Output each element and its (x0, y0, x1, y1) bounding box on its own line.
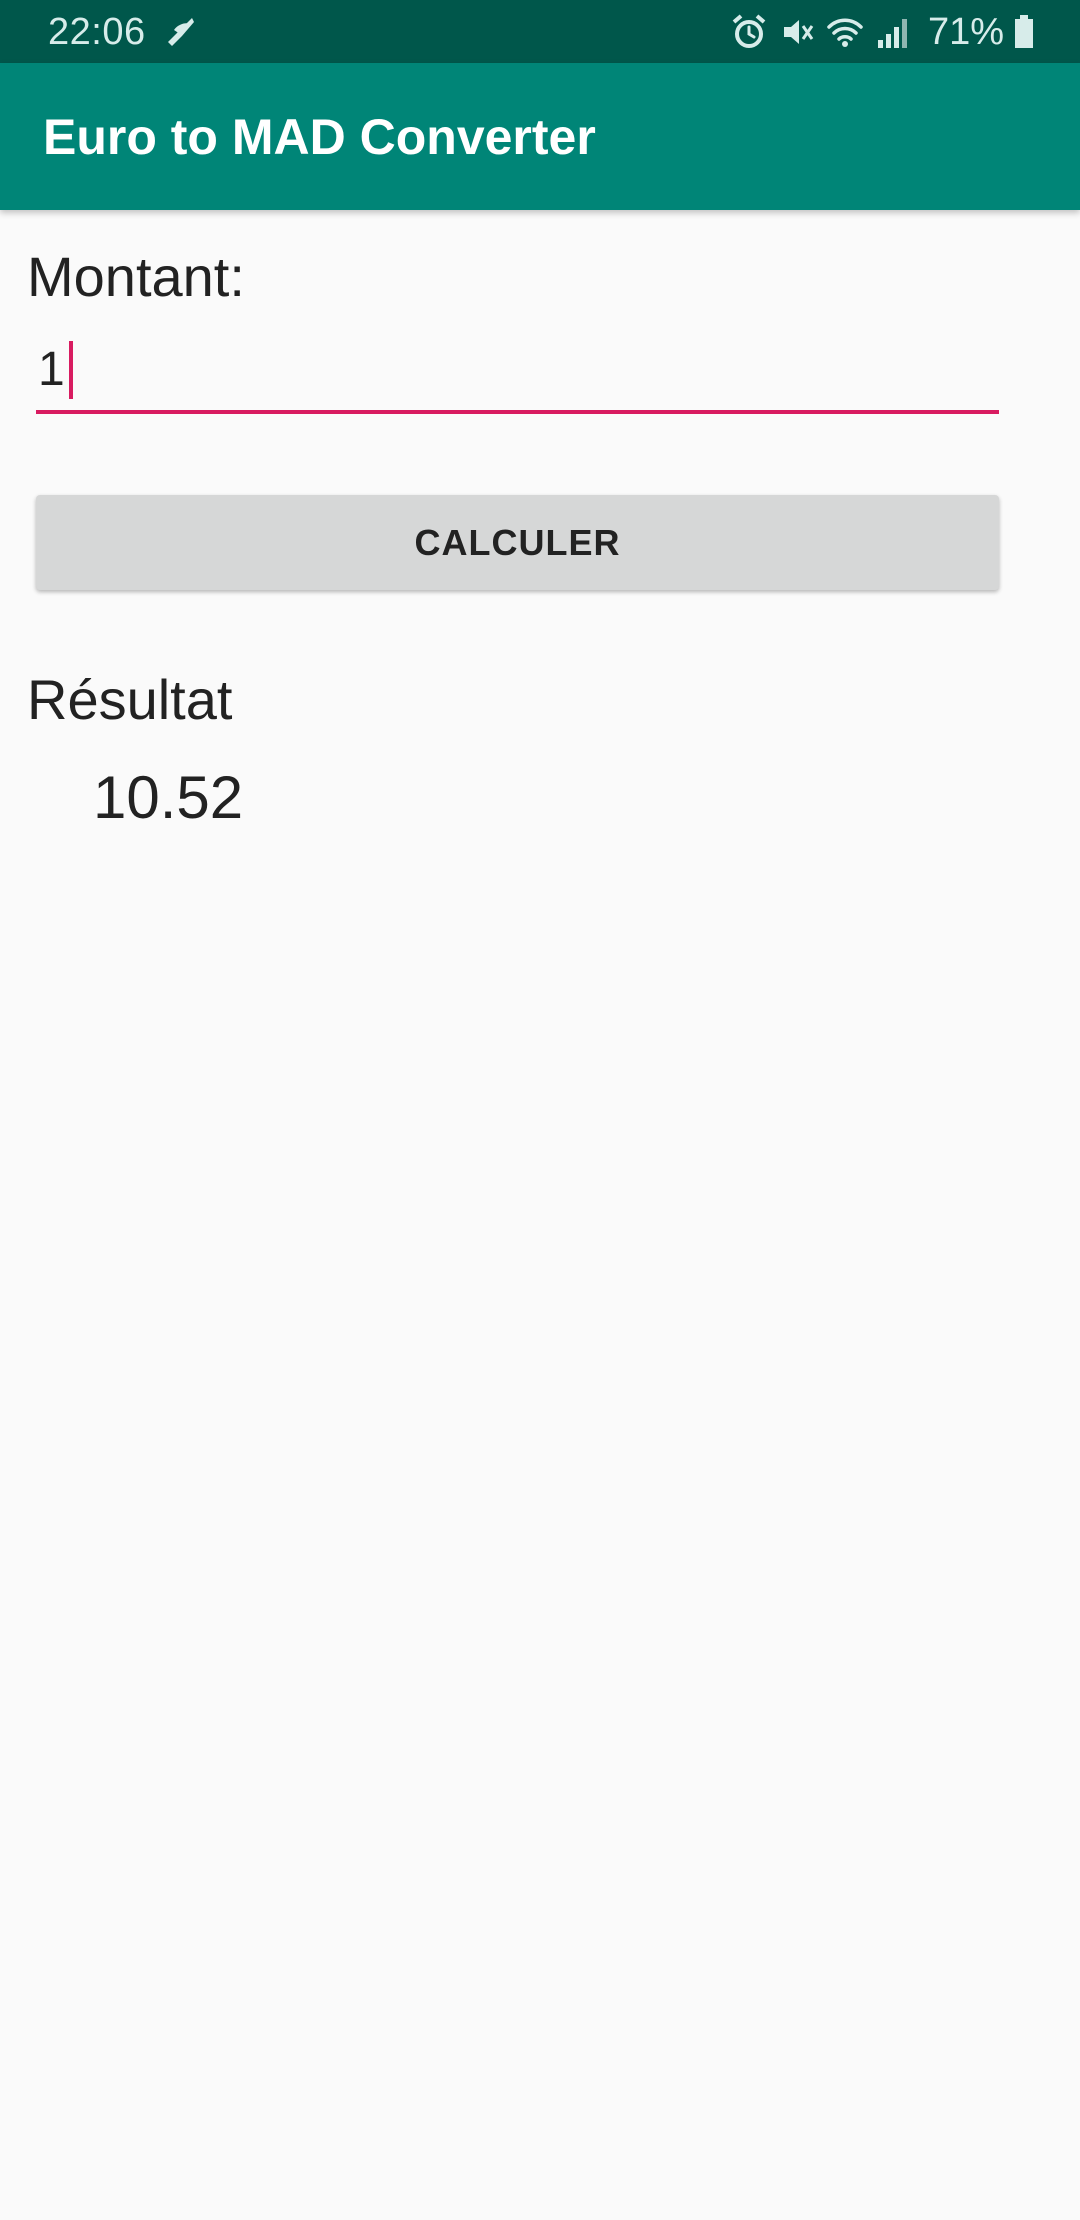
custom-notification-icon (160, 12, 200, 52)
result-value: 10.52 (93, 764, 244, 831)
amount-input[interactable]: 1 (36, 330, 999, 414)
wifi-icon (826, 13, 864, 51)
status-icons: 71% (730, 8, 1034, 56)
amount-label: Montant: (27, 245, 245, 308)
calculate-button[interactable]: CALCULER (36, 495, 999, 590)
result-label: Résultat (27, 668, 233, 731)
battery-icon (1014, 15, 1034, 49)
app-bar: Euro to MAD Converter (0, 63, 1080, 210)
status-bar: 22:06 71% (0, 0, 1080, 63)
text-cursor (68, 341, 73, 399)
battery-percent: 71% (927, 11, 1004, 53)
amount-input-value: 1 (38, 343, 65, 396)
alarm-icon (730, 13, 768, 51)
signal-icon (874, 13, 912, 51)
app-title: Euro to MAD Converter (43, 109, 596, 165)
status-time: 22:06 (48, 11, 146, 53)
mute-icon (778, 13, 816, 51)
